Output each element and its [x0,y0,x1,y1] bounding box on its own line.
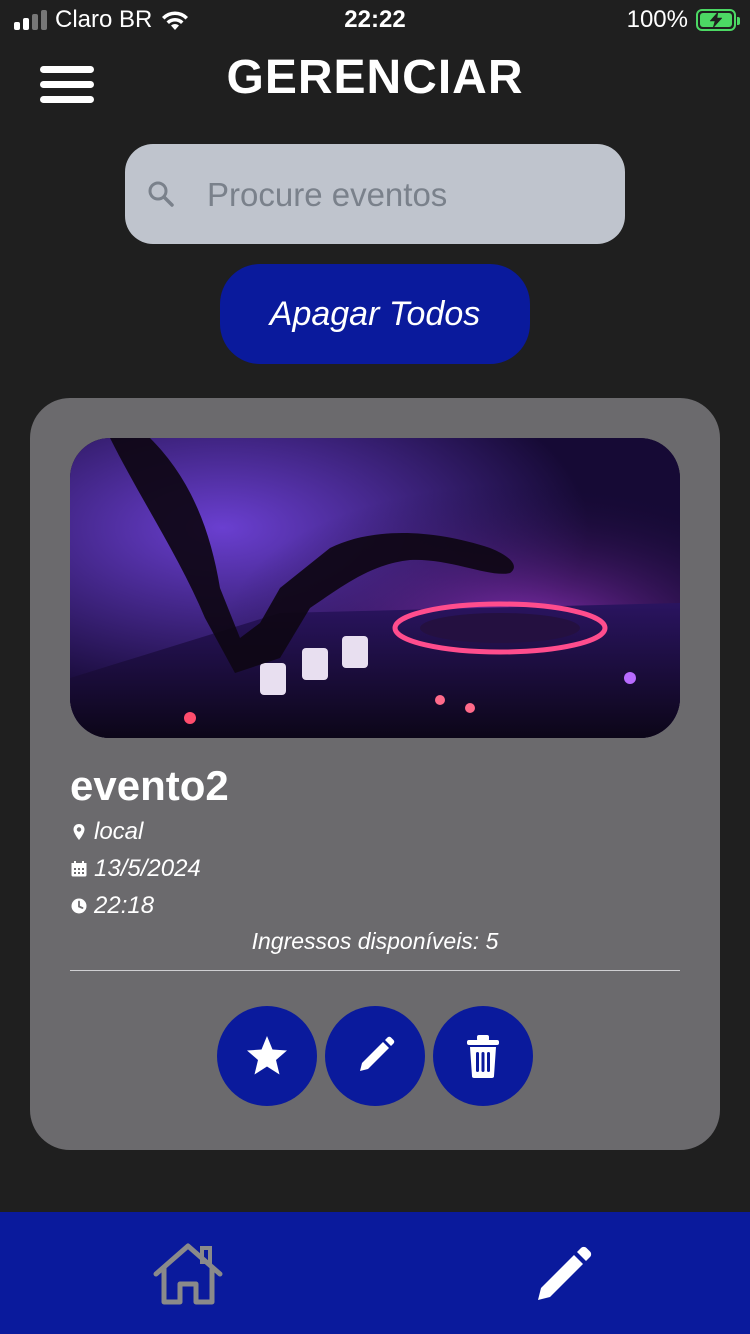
pencil-icon[interactable] [530,1240,598,1308]
event-time-row: 22:18 [70,892,154,920]
bottom-nav [0,1212,750,1334]
search-input[interactable] [205,144,609,246]
event-card: evento2 local 13/5/2024 22:18 Ingressos … [30,398,720,1150]
event-name: evento2 [70,762,229,809]
event-image [70,438,680,738]
event-time: 22:18 [94,892,155,919]
clock-icon [71,898,87,914]
tickets-available: Ingressos disponíveis: 5 [251,928,499,954]
page-title: GERENCIAR [226,51,524,104]
pencil-icon [360,1036,395,1071]
search-bar[interactable] [125,144,625,246]
location-pin-icon [73,824,85,840]
edit-button[interactable] [325,1006,425,1106]
battery-percent: 100% [626,6,688,33]
status-bar: Claro BR 22:22 100% [0,0,750,42]
card-divider [70,970,680,971]
status-right: 100% [626,6,740,34]
event-date: 13/5/2024 [94,855,201,882]
search-icon [148,181,174,207]
event-date-row: 13/5/2024 [70,855,201,883]
delete-button[interactable] [433,1006,533,1106]
calendar-icon [71,861,87,877]
event-location-row: local [70,818,143,846]
delete-all-button[interactable]: Apagar Todos [220,264,530,364]
favorite-button[interactable] [217,1006,317,1106]
battery-charging-icon [696,9,740,31]
event-location: local [94,818,144,845]
star-icon [247,1036,287,1075]
trash-icon [467,1035,499,1078]
home-icon[interactable] [150,1240,226,1308]
